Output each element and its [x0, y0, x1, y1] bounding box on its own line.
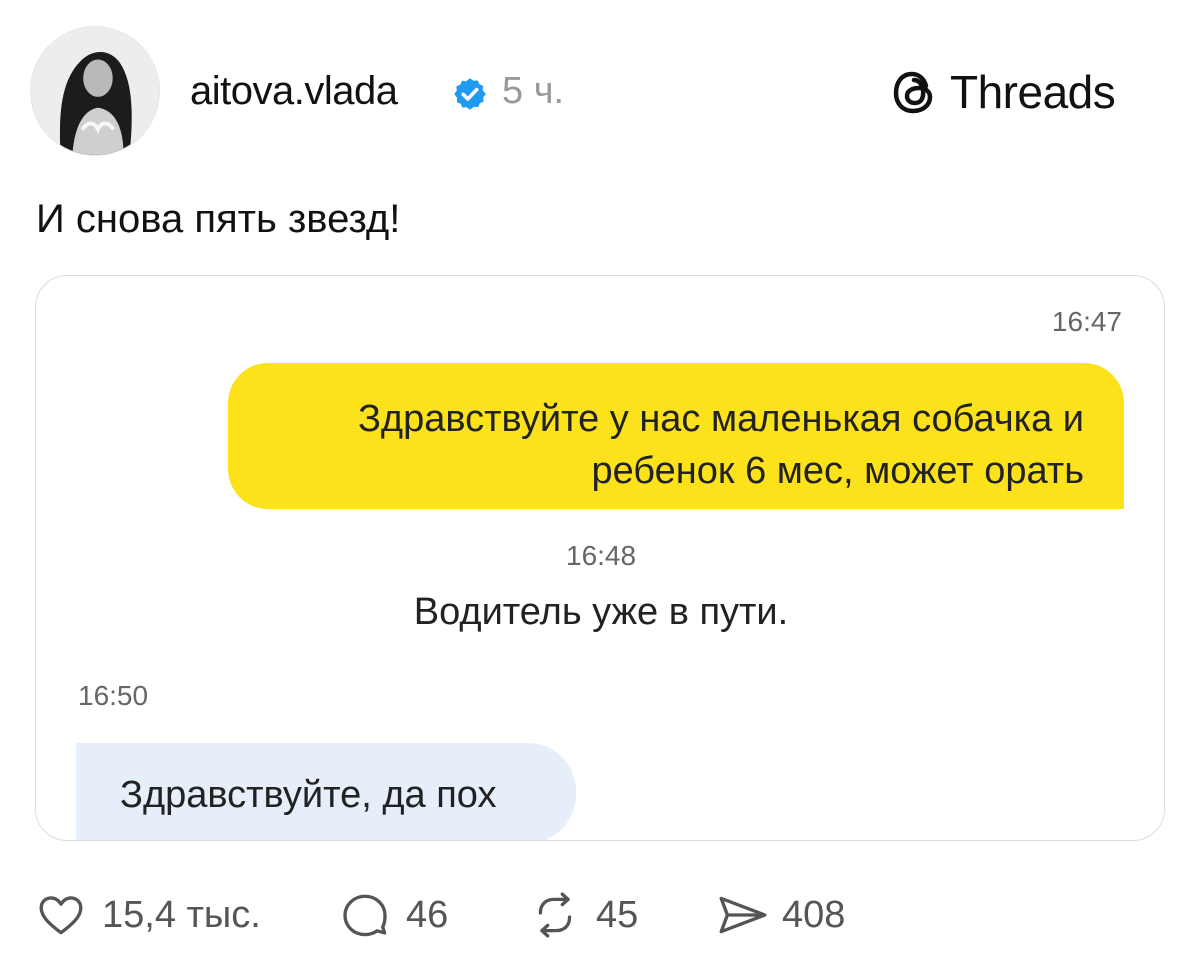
reposts-count: 45 [596, 894, 639, 936]
outgoing-message-bubble: Здравствуйте у нас маленькая собачка и р… [228, 363, 1124, 509]
username[interactable]: aitova.vlada [190, 66, 398, 116]
system-status-message: Водитель уже в пути. [413, 591, 789, 633]
post-text: И снова пять звезд! [36, 197, 401, 241]
repost-icon[interactable] [530, 890, 580, 940]
outgoing-message-text: Здравствуйте у нас маленькая собачка и р… [357, 398, 1084, 492]
incoming-message-bubble: Здравствуйте, да пох [76, 743, 576, 840]
likes-count: 15,4 тыс. [102, 894, 261, 936]
chat-screenshot[interactable]: 16:47 Здравствуйте у нас маленькая собач… [35, 275, 1165, 841]
shares-count: 408 [782, 894, 846, 936]
incoming-message-text: Здравствуйте, да пох [120, 774, 497, 816]
avatar-photo [31, 27, 159, 155]
avatar[interactable] [30, 26, 160, 156]
heart-icon[interactable] [36, 890, 86, 940]
message-timestamp: 16:50 [78, 680, 149, 711]
comment-icon[interactable] [340, 890, 390, 940]
message-timestamp: 16:48 [566, 540, 637, 571]
share-icon[interactable] [716, 890, 770, 940]
post-time: 5 ч. [502, 70, 565, 112]
comments-count: 46 [406, 894, 449, 936]
message-timestamp: 16:47 [1051, 306, 1122, 337]
verified-badge-icon [454, 78, 486, 110]
threads-logo-icon [893, 71, 933, 114]
threads-brand-name: Threads [950, 66, 1116, 118]
post-actions-bar: 15,4 тыс. 46 45 408 [0, 880, 1200, 950]
